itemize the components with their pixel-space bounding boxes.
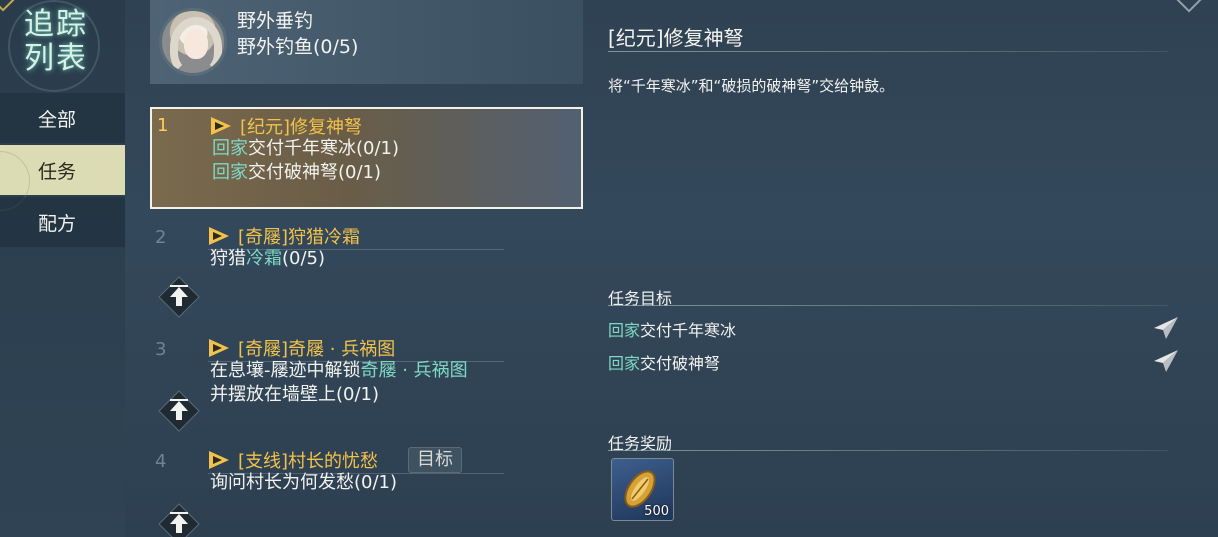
objective-count: (0/5) (282, 248, 326, 269)
quest-marker-icon (209, 339, 229, 357)
location-link[interactable]: 回家 (608, 354, 640, 373)
quest-title: [纪元]修复神弩 (240, 117, 363, 138)
quest-objective: 回家交付破神弩(0/1) (212, 161, 381, 185)
nav-tab-recipes[interactable]: 配方 (0, 197, 125, 247)
quest-item-4[interactable]: 4 [支线]村长的忧愁 目标 询问村长为何发愁(0/1) (150, 443, 583, 537)
quest-marker-icon (211, 117, 231, 135)
quest-title: [奇屦]狩猎冷霜 (238, 227, 361, 248)
target-badge[interactable]: 目标 (408, 447, 463, 473)
corner-ornament (1173, 0, 1205, 13)
quest-title: [奇屦]奇屦 · 兵祸图 (238, 339, 396, 360)
quest-title-row: [支线]村长的忧愁 目标 (208, 447, 504, 474)
quest-number: 1 (157, 115, 169, 136)
paper-plane-icon[interactable] (1153, 349, 1179, 373)
objective-text: 交付破神弩(0/1) (248, 162, 382, 183)
location-link[interactable]: 回家 (212, 138, 248, 159)
nav-tab-label: 配方 (38, 212, 77, 235)
title-ring-decoration (8, 0, 100, 92)
track-quest-icon[interactable] (158, 276, 200, 318)
target-link[interactable]: 冷霜 (246, 248, 282, 269)
quest-item-1[interactable]: 1 [纪元]修复神弩 回家交付千年寒冰(0/1) 回家交付破神弩(0/1) (150, 107, 583, 209)
goal-item: 回家交付千年寒冰 (608, 317, 736, 341)
location-link[interactable]: 回家 (608, 321, 640, 340)
quest-number: 4 (155, 451, 167, 472)
tracking-sidebar: 追踪 列表 全部 任务 配方 (0, 0, 125, 537)
quest-number: 2 (155, 227, 167, 248)
quest-objective: 回家交付千年寒冰(0/1) (212, 137, 399, 161)
goal-item: 回家交付破神弩 (608, 350, 720, 374)
quest-marker-icon (209, 227, 229, 245)
fishing-activity-card[interactable]: 野外垂钓 野外钓鱼(0/5) (150, 0, 583, 84)
nav-tab-label: 全部 (38, 108, 77, 131)
target-link[interactable]: 奇屦 · 兵祸图 (361, 360, 468, 381)
detail-description: 将“千年寒冰”和“破损的破神弩”交给钟鼓。 (608, 77, 895, 95)
quest-objective: 在息壤-屦迹中解锁奇屦 · 兵祸图 (210, 359, 468, 383)
fishing-title: 野外垂钓 (237, 10, 314, 32)
reward-quantity: 500 (644, 504, 669, 519)
quest-item-3[interactable]: 3 [奇屦]奇屦 · 兵祸图 在息壤-屦迹中解锁奇屦 · 兵祸图 并摆放在墙壁上… (150, 331, 583, 436)
nav-tab-quests[interactable]: 任务 (0, 145, 125, 211)
tracking-list-title: 追踪 列表 (6, 0, 106, 92)
location-link[interactable]: 回家 (212, 162, 248, 183)
quest-title-row: [奇屦]狩猎冷霜 (208, 223, 504, 250)
divider (608, 450, 1168, 451)
reward-item-slot[interactable]: 500 (611, 458, 674, 521)
goal-text: 交付千年寒冰 (640, 321, 737, 340)
quest-item-2[interactable]: 2 [奇屦]狩猎冷霜 狩猎冷霜(0/5) (150, 219, 583, 324)
quest-objective: 狩猎冷霜(0/5) (210, 247, 325, 271)
quest-title-row: [纪元]修复神弩 (210, 113, 506, 139)
quest-title-row: [奇屦]奇屦 · 兵祸图 (208, 335, 504, 362)
divider (608, 51, 1168, 52)
quest-marker-icon (209, 451, 229, 469)
divider (608, 305, 1168, 306)
objective-text: 交付千年寒冰(0/1) (248, 138, 400, 159)
track-quest-icon[interactable] (158, 390, 200, 432)
paper-plane-icon[interactable] (1153, 316, 1179, 340)
track-quest-icon[interactable] (158, 503, 200, 537)
objective-text: 狩猎 (210, 248, 246, 269)
goal-text: 交付破神弩 (640, 354, 721, 373)
npc-avatar (159, 8, 227, 76)
objective-text: 在息壤-屦迹中解锁 (210, 360, 361, 381)
quest-title: [支线]村长的忧愁 (238, 451, 379, 472)
quest-list: 野外垂钓 野外钓鱼(0/5) 1 [纪元]修复神弩 回家交付千年寒冰(0/1) … (150, 0, 585, 537)
quest-number: 3 (155, 339, 167, 360)
quest-detail-panel: [纪元]修复神弩 将“千年寒冰”和“破损的破神弩”交给钟鼓。 任务目标 回家交付… (608, 0, 1178, 537)
fishing-progress: 野外钓鱼(0/5) (237, 36, 359, 58)
nav-tab-all[interactable]: 全部 (0, 93, 125, 143)
quest-objective: 并摆放在墙壁上(0/1) (210, 384, 380, 405)
detail-title: [纪元]修复神弩 (608, 26, 744, 50)
quest-objective: 询问村长为何发愁(0/1) (210, 472, 398, 493)
nav-tab-label: 任务 (38, 160, 77, 183)
